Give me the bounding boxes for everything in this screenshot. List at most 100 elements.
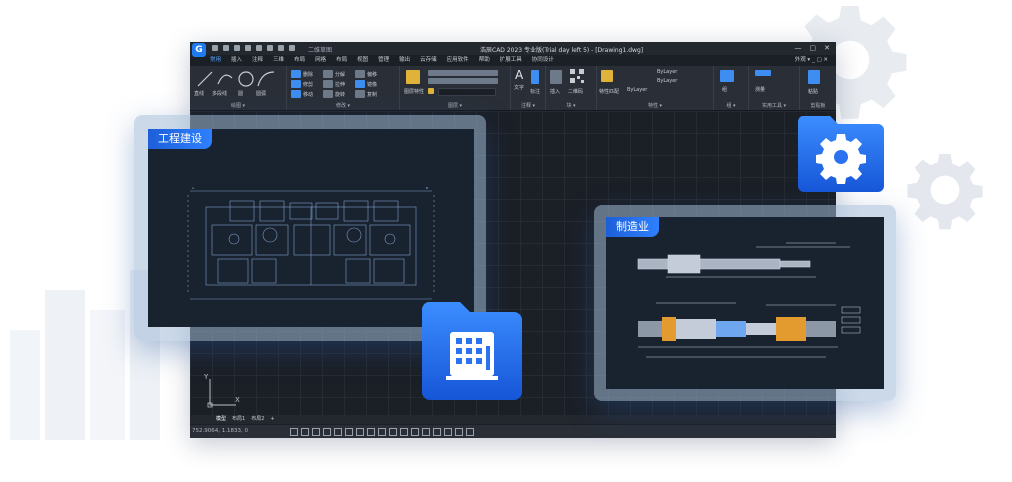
ribbon-group-label[interactable]: 图层 ▾ (400, 102, 510, 109)
linetype-dropdown[interactable]: ByLayer (657, 78, 677, 84)
lineweight-dropdown[interactable]: ByLayer (627, 87, 647, 93)
menu-ext-tools[interactable]: 扩展工具 (500, 55, 522, 65)
layer-properties-icon[interactable] (406, 70, 420, 84)
group-icon[interactable] (720, 70, 734, 82)
layer-tools-2-icon[interactable] (428, 78, 498, 84)
ribbon-group-label[interactable]: 剪贴板 (800, 102, 836, 109)
ribbon-measure-button[interactable]: 测量 (755, 86, 765, 93)
explode-icon[interactable] (323, 70, 333, 78)
measure-icon[interactable] (755, 70, 771, 76)
ortho-toggle-icon[interactable] (312, 428, 320, 436)
open-file-icon[interactable] (223, 45, 229, 51)
ribbon-explode-button[interactable]: 分解 (335, 71, 345, 78)
customize-toggle-icon[interactable] (444, 428, 452, 436)
match-properties-icon[interactable] (601, 70, 613, 82)
draw-tools-icon[interactable] (196, 68, 276, 88)
ribbon-group-label[interactable]: 块 ▾ (546, 102, 596, 109)
transparency-toggle-icon[interactable] (367, 428, 375, 436)
workspace-icon[interactable] (289, 45, 295, 51)
qrcode-icon[interactable] (570, 69, 584, 83)
menu-mesh[interactable]: 网格 (315, 55, 326, 65)
copy-icon[interactable] (355, 90, 365, 98)
maximize-button[interactable]: ▢ (810, 44, 817, 52)
ribbon-trim-button[interactable]: 修剪 (303, 81, 313, 88)
selection-toggle-icon[interactable] (378, 428, 386, 436)
tab-layout2[interactable]: 布局2 (251, 415, 264, 424)
layer-dropdown[interactable] (438, 88, 496, 96)
save-icon[interactable] (234, 45, 240, 51)
ribbon-paste-button[interactable]: 粘贴 (808, 88, 818, 95)
ribbon-move-button[interactable]: 移动 (303, 91, 313, 98)
ribbon-line-button[interactable]: 直线 (194, 90, 204, 97)
menu-3d[interactable]: 三维 (273, 55, 284, 65)
menu-apps[interactable]: 应用软件 (447, 55, 469, 65)
ribbon-text-button[interactable]: 文字 (514, 84, 524, 91)
ribbon-rotate-button[interactable]: 旋转 (335, 91, 345, 98)
ribbon-layer-properties-button[interactable]: 图层特性 (404, 88, 424, 95)
ribbon-group-label[interactable]: 修改 ▾ (287, 102, 399, 109)
ribbon-copy-button[interactable]: 复制 (367, 91, 377, 98)
ribbon-dimension-button[interactable]: 标注 (530, 88, 540, 95)
layer-tools-icon[interactable] (428, 70, 498, 76)
workspace-toggle-icon[interactable] (400, 428, 408, 436)
mirror-icon[interactable] (355, 80, 365, 88)
ribbon-group-label[interactable]: 特性 ▾ (597, 102, 713, 109)
print-icon[interactable] (256, 45, 262, 51)
ribbon-erase-button[interactable]: 删除 (303, 71, 313, 78)
undo-icon[interactable] (267, 45, 273, 51)
workspace-dropdown[interactable]: 二维草图 (308, 45, 332, 54)
menu-collab[interactable]: 协同设计 (532, 55, 554, 65)
polar-toggle-icon[interactable] (323, 428, 331, 436)
lineweight-toggle-icon[interactable] (356, 428, 364, 436)
ribbon-mirror-button[interactable]: 镜像 (367, 81, 377, 88)
ribbon-circle-button[interactable]: 圆 (238, 90, 243, 97)
move-icon[interactable] (291, 90, 301, 98)
ribbon-match-properties-button[interactable]: 特性匹配 (599, 88, 619, 95)
tab-add[interactable]: + (270, 415, 274, 424)
snap-toggle-icon[interactable] (301, 428, 309, 436)
ribbon-insert-button[interactable]: 插入 (550, 88, 560, 95)
ribbon-group-button[interactable]: 组 (722, 86, 727, 93)
paste-icon[interactable] (808, 70, 820, 84)
new-file-icon[interactable] (212, 45, 218, 51)
ribbon-group-label[interactable]: 实用工具 ▾ (749, 102, 799, 109)
erase-icon[interactable] (291, 70, 301, 78)
ribbon-group-label[interactable]: 组 ▾ (714, 102, 748, 109)
menu-home[interactable]: 常用 (210, 55, 221, 65)
ribbon-offset-button[interactable]: 偏移 (367, 71, 377, 78)
dimension-icon[interactable] (531, 70, 539, 84)
app-logo-icon[interactable]: G (192, 43, 206, 57)
menu-output[interactable]: 输出 (399, 55, 410, 65)
ribbon-group-label[interactable]: 注释 ▾ (511, 102, 545, 109)
tab-layout1[interactable]: 布局1 (232, 415, 245, 424)
ribbon-arc-button[interactable]: 圆弧 (256, 90, 266, 97)
ribbon-group-label[interactable]: 绘图 ▾ (190, 102, 286, 109)
fullscreen-toggle-icon[interactable] (422, 428, 430, 436)
settings-toggle-icon[interactable] (433, 428, 441, 436)
offset-icon[interactable] (355, 70, 365, 78)
menu-annotate[interactable]: 注释 (252, 55, 263, 65)
grid-toggle-icon[interactable] (290, 428, 298, 436)
menu-toggle-icon[interactable] (466, 428, 474, 436)
trim-icon[interactable] (291, 80, 301, 88)
ribbon-qrcode-button[interactable]: 二维码 (568, 88, 583, 95)
save-as-icon[interactable] (245, 45, 251, 51)
menu-manage[interactable]: 管理 (378, 55, 389, 65)
tab-model[interactable]: 模型 (216, 415, 226, 424)
osnap-toggle-icon[interactable] (334, 428, 342, 436)
menu-help[interactable]: 帮助 (479, 55, 490, 65)
ribbon-stretch-button[interactable]: 拉伸 (335, 81, 345, 88)
rotate-icon[interactable] (323, 90, 333, 98)
color-dropdown[interactable]: ByLayer (657, 69, 677, 75)
text-icon[interactable]: A (515, 68, 523, 82)
menu-layout-2[interactable]: 布局 (336, 55, 347, 65)
menu-view[interactable]: 视图 (357, 55, 368, 65)
menu-layout[interactable]: 布局 (294, 55, 305, 65)
isolate-toggle-icon[interactable] (411, 428, 419, 436)
close-button[interactable]: ✕ (824, 44, 830, 52)
grid-view-toggle-icon[interactable] (455, 428, 463, 436)
insert-block-icon[interactable] (550, 70, 562, 84)
otrack-toggle-icon[interactable] (345, 428, 353, 436)
menu-cloud[interactable]: 云存储 (420, 55, 437, 65)
redo-icon[interactable] (278, 45, 284, 51)
